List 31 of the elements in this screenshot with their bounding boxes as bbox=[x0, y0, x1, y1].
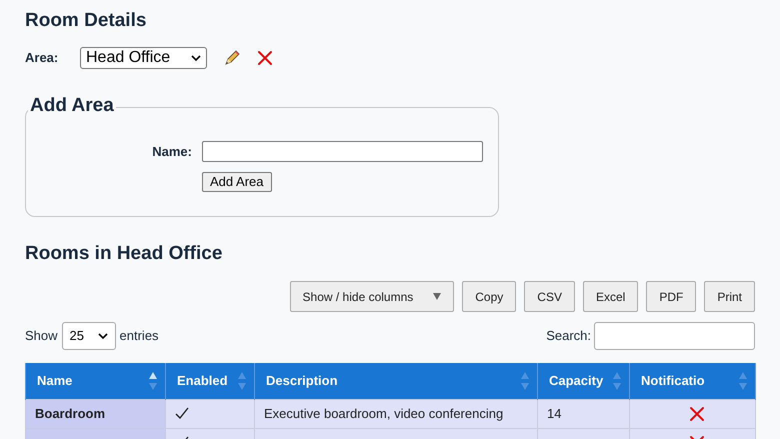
page-title: Room Details bbox=[25, 10, 148, 32]
export-button[interactable]: CSV bbox=[524, 281, 575, 312]
column-header[interactable]: Name bbox=[26, 363, 166, 399]
field-label: Name: bbox=[151, 142, 192, 161]
name-input[interactable] bbox=[202, 141, 483, 162]
column-header[interactable]: Description bbox=[254, 363, 538, 399]
search-field[interactable] bbox=[594, 322, 755, 350]
entries-label: Show bbox=[25, 327, 58, 346]
table-cell: Boardroom bbox=[26, 399, 166, 428]
column-header[interactable]: Notificatio bbox=[630, 363, 756, 399]
export-button[interactable]: PDF bbox=[646, 281, 696, 312]
chevron-down-icon bbox=[98, 332, 108, 340]
close-icon[interactable] bbox=[257, 50, 273, 66]
add-area-button[interactable]: Add Area bbox=[202, 172, 272, 192]
entries-label: entries bbox=[120, 327, 159, 346]
export-button[interactable]: Print bbox=[704, 281, 755, 312]
entries-select[interactable]: 25 bbox=[62, 322, 116, 350]
column-header[interactable]: Enabled bbox=[166, 363, 254, 399]
chevron-down-icon bbox=[191, 54, 201, 62]
pencil-icon[interactable] bbox=[223, 49, 241, 67]
section-heading: Rooms in Head Office bbox=[25, 243, 224, 265]
field-label: Area: bbox=[25, 49, 60, 68]
caret-icon bbox=[433, 293, 442, 300]
column-toggle-button[interactable]: Show / hide columns bbox=[290, 281, 454, 312]
area-select[interactable]: Head Office bbox=[80, 47, 207, 69]
table-cell: 14 bbox=[538, 399, 630, 428]
export-button[interactable]: Excel bbox=[582, 281, 638, 312]
search-label: Search: bbox=[546, 327, 591, 346]
column-header[interactable]: Capacity bbox=[538, 363, 630, 399]
table-cell: Executive boardroom, video conferencing bbox=[254, 399, 538, 428]
export-button[interactable]: Copy bbox=[462, 281, 516, 312]
